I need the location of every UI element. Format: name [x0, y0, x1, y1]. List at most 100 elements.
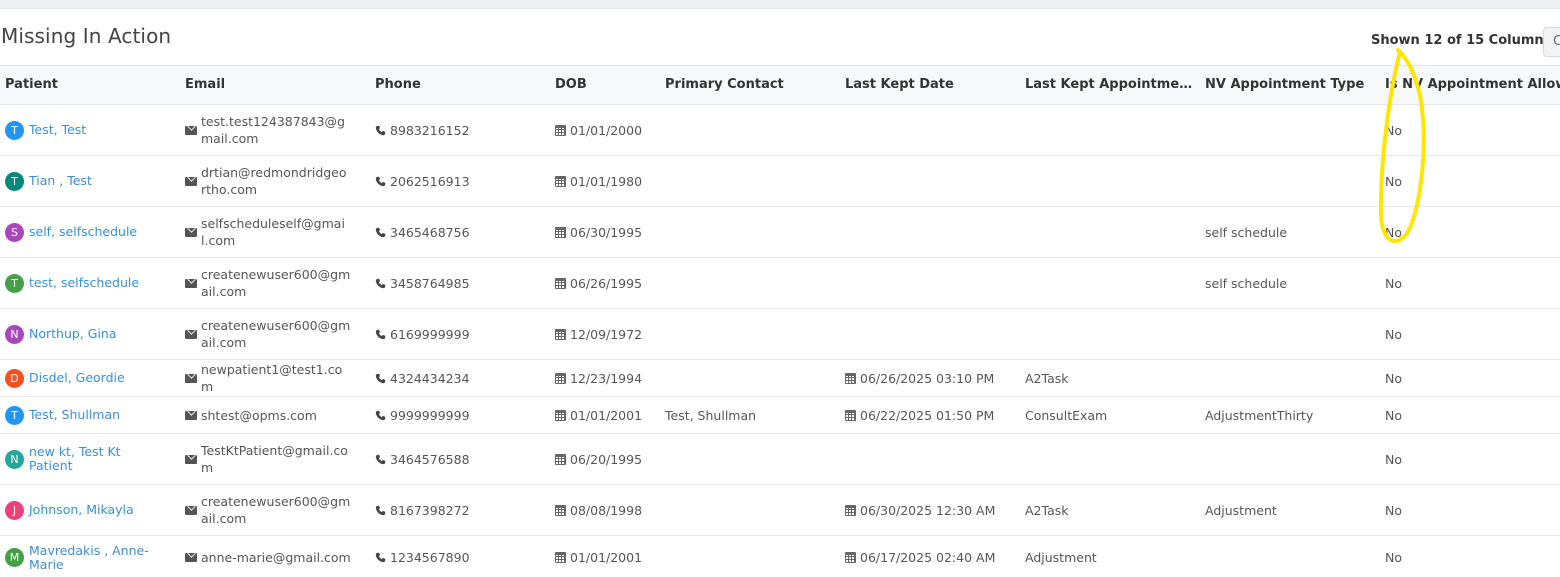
nv-appointment-type-cell: self schedule — [1205, 258, 1375, 308]
phone-text: 3458764985 — [390, 275, 470, 291]
nv-appointment-type-cell — [1205, 360, 1375, 396]
phone-icon — [375, 373, 386, 383]
avatar: D — [5, 368, 24, 388]
table-row[interactable]: T Test, Test test.test124387843@gmail.com 8… — [0, 105, 1560, 156]
patient-cell[interactable]: M Mavredakis , Anne-Marie — [5, 536, 180, 577]
phone-text: 9999999999 — [390, 407, 470, 423]
last-kept-appointment-cell — [1025, 207, 1195, 257]
table-row[interactable]: Nnew kt, Test Kt Patient TestKtPatient@gm… — [0, 434, 1560, 485]
calendar-icon — [555, 552, 566, 563]
primary-contact-cell — [665, 360, 835, 396]
header-nv-allows[interactable]: Is NV Appointment Allows F — [1385, 66, 1560, 104]
calendar-icon — [555, 372, 566, 384]
last-kept-date-cell — [845, 207, 1015, 257]
table-row[interactable]: N Northup, Gina createnewuser600@gmail.com… — [0, 309, 1560, 360]
dob-cell: 06/20/1995 — [555, 434, 655, 484]
dob-cell: 06/26/1995 — [555, 258, 655, 308]
avatar: M — [5, 548, 24, 567]
patient-name-link[interactable]: Tian , Test — [29, 174, 92, 188]
avatar: T — [5, 171, 24, 191]
phone-icon — [375, 410, 386, 420]
patient-name-link[interactable]: test, selfschedule — [29, 276, 139, 290]
patient-name-link[interactable]: Mavredakis , Anne-Marie — [29, 543, 159, 572]
primary-contact-text: Test, Shullman — [665, 407, 757, 423]
dob-text: 06/26/1995 — [570, 275, 643, 291]
email-cell: newpatient1@test1.com — [185, 360, 365, 396]
table-row[interactable]: J Johnson, Mikayla createnewuser600@gmail.… — [0, 485, 1560, 536]
column-chooser-button[interactable]: C — [1543, 27, 1560, 57]
table-row[interactable]: T Test, Shullman shtest@opms.com 9999999999… — [0, 397, 1560, 434]
envelope-icon — [185, 278, 197, 288]
primary-contact-cell — [665, 434, 835, 484]
phone-icon — [375, 552, 386, 563]
nv-allows-cell: No — [1385, 360, 1555, 396]
table-row[interactable]: D Disdel, Geordie newpatient1@test1.com 432… — [0, 360, 1560, 397]
last-kept-date-text: 06/22/2025 01:50 PM — [860, 407, 995, 423]
header-last-kept-date[interactable]: Last Kept Date — [845, 66, 1015, 104]
header-last-kept-appointment[interactable]: Last Kept Appointment ... — [1025, 66, 1193, 104]
nv-allows-cell: No — [1385, 258, 1555, 308]
last-kept-date-cell — [845, 434, 1015, 484]
email-text: createnewuser600@gmail.com — [201, 494, 351, 526]
calendar-icon — [555, 124, 566, 136]
last-kept-appointment-cell — [1025, 105, 1195, 155]
phone-cell: 3458764985 — [375, 258, 545, 308]
dob-text: 01/01/2000 — [570, 122, 643, 138]
dob-text: 01/01/2001 — [570, 407, 643, 423]
last-kept-date-text: 06/17/2025 02:40 AM — [860, 550, 996, 565]
table-row[interactable]: M Mavredakis , Anne-Marie anne-marie@gmail… — [0, 536, 1560, 577]
patient-cell[interactable]: J Johnson, Mikayla — [5, 485, 180, 535]
email-text: test.test124387843@gmail.com — [201, 114, 345, 146]
last-kept-date-text: 06/30/2025 12:30 AM — [860, 502, 996, 518]
email-cell: createnewuser600@gmail.com — [185, 309, 365, 359]
patient-cell[interactable]: Ttest, selfschedule — [5, 258, 180, 308]
patient-name-link[interactable]: self, selfschedule — [29, 225, 137, 239]
table-row[interactable]: Ttest, selfschedule createnewuser600@gmai… — [0, 258, 1560, 309]
patient-cell[interactable]: T Test, Shullman — [5, 397, 180, 433]
phone-cell: 3464576588 — [375, 434, 545, 484]
patient-name-link[interactable]: Johnson, Mikayla — [29, 503, 134, 517]
patient-cell[interactable]: D Disdel, Geordie — [5, 360, 180, 396]
calendar-icon — [555, 175, 566, 187]
calendar-icon — [845, 552, 856, 563]
last-kept-appointment-text: Adjustment — [1025, 550, 1097, 565]
patient-name-link[interactable]: new kt, Test Kt Patient — [29, 445, 159, 473]
last-kept-date-cell: 06/26/2025 03:10 PM — [845, 360, 1015, 396]
header-primary-contact[interactable]: Primary Contact — [665, 66, 835, 104]
last-kept-date-cell — [845, 258, 1015, 308]
dob-cell: 01/01/2001 — [555, 397, 655, 433]
header-patient[interactable]: Patient — [5, 66, 175, 104]
calendar-icon — [555, 328, 566, 340]
patient-cell[interactable]: Sself, selfschedule — [5, 207, 180, 257]
nv-allows-text: No — [1385, 122, 1402, 138]
dob-cell: 08/08/1998 — [555, 485, 655, 535]
header-phone[interactable]: Phone — [375, 66, 545, 104]
calendar-icon — [555, 226, 566, 238]
header-nv-appointment-type[interactable]: NV Appointment Type — [1205, 66, 1375, 104]
patient-name-link[interactable]: Northup, Gina — [29, 327, 117, 341]
nv-appointment-type-text: self schedule — [1205, 224, 1288, 240]
patient-name-link[interactable]: Disdel, Geordie — [29, 371, 125, 385]
email-cell: test.test124387843@gmail.com — [185, 105, 365, 155]
header-email[interactable]: Email — [185, 66, 365, 104]
patient-cell[interactable]: Nnew kt, Test Kt Patient — [5, 434, 180, 484]
table-row[interactable]: Sself, selfschedule selfscheduleself@gmai… — [0, 207, 1560, 258]
patient-name-link[interactable]: Test, Shullman — [29, 408, 120, 422]
calendar-icon — [555, 453, 566, 465]
patient-cell[interactable]: N Northup, Gina — [5, 309, 180, 359]
nv-allows-text: No — [1385, 451, 1402, 467]
patient-name-link[interactable]: Test, Test — [29, 123, 86, 137]
last-kept-date-cell: 06/22/2025 01:50 PM — [845, 397, 1015, 433]
table-row[interactable]: T Tian , Test drtian@redmondridgeortho.com… — [0, 156, 1560, 207]
dob-text: 06/20/1995 — [570, 451, 643, 467]
email-text: createnewuser600@gmail.com — [201, 267, 351, 299]
phone-text: 1234567890 — [390, 550, 470, 565]
primary-contact-cell — [665, 105, 835, 155]
nv-appointment-type-cell — [1205, 434, 1375, 484]
header-dob[interactable]: DOB — [555, 66, 655, 104]
phone-icon — [375, 176, 386, 186]
patient-cell[interactable]: T Tian , Test — [5, 156, 180, 206]
patient-cell[interactable]: T Test, Test — [5, 105, 180, 155]
phone-icon — [375, 454, 386, 464]
primary-contact-cell — [665, 156, 835, 206]
